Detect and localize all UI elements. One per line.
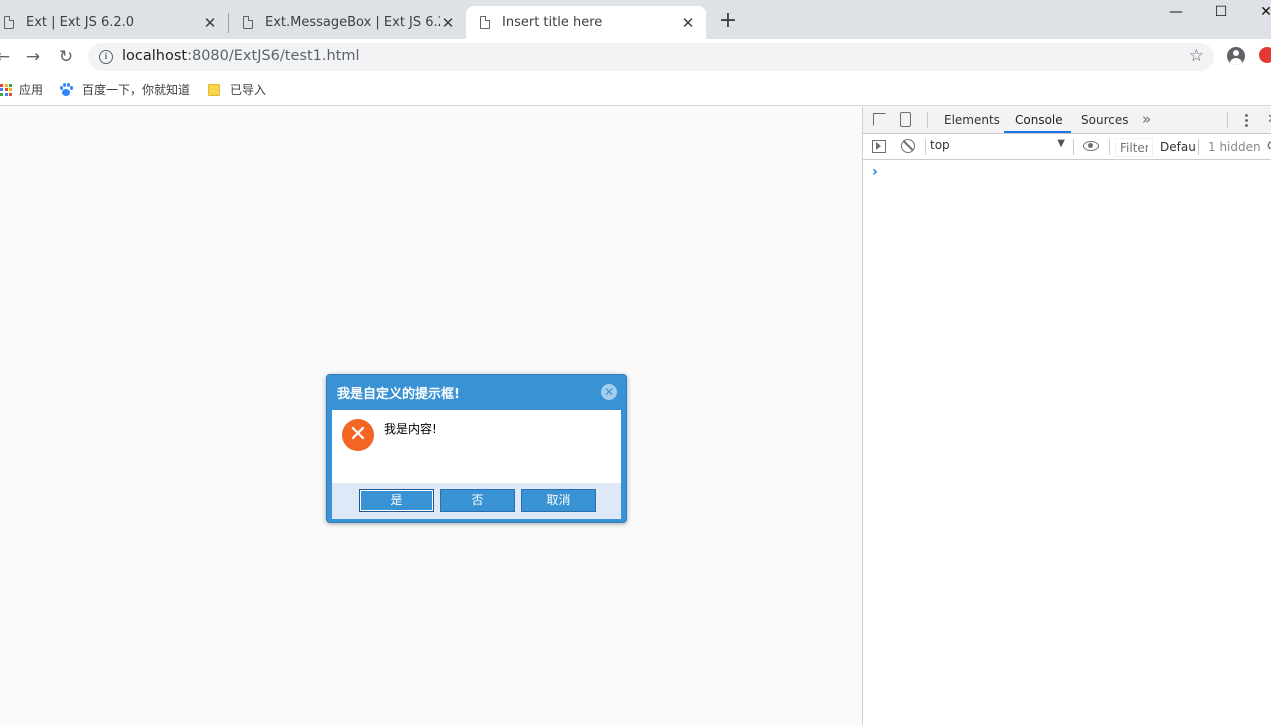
document-icon: [480, 16, 490, 29]
document-icon: [243, 16, 253, 29]
message-box-header[interactable]: 我是自定义的提示框! ✕: [327, 375, 626, 409]
tab-title: Insert title here: [502, 15, 603, 30]
more-tabs-icon[interactable]: »: [1142, 110, 1151, 128]
console-filter-input[interactable]: [1115, 138, 1153, 157]
window-close-button[interactable]: ✕: [1251, 2, 1271, 22]
tab-elements[interactable]: Elements: [944, 113, 1000, 127]
tab-console[interactable]: Console: [1015, 113, 1063, 127]
bookmark-baidu[interactable]: 百度一下，你就知道: [59, 81, 190, 98]
bookmark-label: 百度一下，你就知道: [82, 83, 191, 97]
message-box-title: 我是自定义的提示框!: [337, 387, 460, 402]
cancel-button[interactable]: 取消: [521, 489, 596, 512]
device-toolbar-icon[interactable]: [900, 112, 911, 127]
devtools-tab-bar: Elements Console Sources » ✕: [863, 107, 1271, 134]
divider: [1198, 139, 1199, 155]
tab-close-icon[interactable]: ✕: [202, 14, 218, 32]
live-expression-eye-icon[interactable]: [1083, 141, 1099, 151]
tab-title: Ext | Ext JS 6.2.0: [26, 15, 135, 30]
extension-icon[interactable]: [1259, 47, 1271, 63]
address-bar[interactable]: i localhost:8080/ExtJS6/test1.html ☆: [88, 43, 1214, 71]
new-tab-button[interactable]: +: [718, 10, 738, 32]
baidu-paw-icon: [59, 83, 73, 96]
console-sidebar-icon[interactable]: [872, 140, 886, 153]
profile-avatar-icon[interactable]: [1227, 47, 1245, 65]
tab-ext-messagebox[interactable]: Ext.MessageBox | Ext JS 6.2.0 - ✕: [229, 6, 466, 39]
log-levels-dropdown[interactable]: Defau: [1160, 140, 1196, 154]
bookmark-apps[interactable]: 应用: [0, 81, 43, 98]
tab-ext-js[interactable]: Ext | Ext JS 6.2.0 ✕: [0, 6, 228, 39]
message-box-window: 我是自定义的提示框! ✕ ✕ 我是内容! 是 否 取消: [326, 374, 627, 523]
apps-grid-icon: [0, 83, 12, 96]
console-prompt-icon[interactable]: ›: [872, 164, 878, 180]
tab-insert-title-active[interactable]: Insert title here ✕: [466, 6, 706, 39]
bookmarks-bar: 应用 百度一下，你就知道 已导入: [0, 75, 1271, 106]
hidden-messages-count: 1 hidden: [1208, 140, 1261, 154]
devtools-panel: Elements Console Sources » ✕ top ▼ Defau…: [862, 107, 1271, 725]
dropdown-arrow-icon: ▼: [1057, 138, 1065, 149]
reload-button[interactable]: ↻: [55, 46, 77, 68]
devtools-menu-icon[interactable]: [1245, 113, 1248, 127]
divider: [1227, 112, 1228, 128]
url-text[interactable]: localhost:8080/ExtJS6/test1.html: [122, 48, 360, 64]
context-selector[interactable]: top ▼: [930, 138, 1067, 156]
message-box-toolbar: 是 否 取消: [332, 483, 621, 519]
message-box-body: ✕ 我是内容!: [332, 410, 621, 483]
divider: [1109, 139, 1110, 155]
divider: [927, 112, 928, 128]
clear-console-icon[interactable]: [901, 139, 915, 153]
divider: [1073, 139, 1074, 155]
document-icon: [4, 16, 14, 29]
url-path: :8080/ExtJS6/test1.html: [187, 48, 360, 64]
message-text: 我是内容!: [384, 422, 437, 436]
close-icon[interactable]: ✕: [601, 384, 617, 400]
bookmark-imported-folder[interactable]: 已导入: [208, 81, 266, 98]
console-toolbar: top ▼ Defau 1 hidden ⚙: [863, 134, 1271, 160]
no-button[interactable]: 否: [440, 489, 515, 512]
context-value: top: [930, 138, 950, 152]
site-info-icon[interactable]: i: [99, 50, 113, 64]
back-button[interactable]: ←: [0, 46, 14, 68]
active-tab-indicator: [1004, 131, 1071, 133]
tab-close-icon[interactable]: ✕: [680, 14, 696, 32]
yes-button[interactable]: 是: [359, 489, 434, 512]
tab-title: Ext.MessageBox | Ext JS 6.2.0 -: [265, 15, 440, 30]
bookmark-star-icon[interactable]: ☆: [1189, 46, 1204, 66]
error-icon: ✕: [342, 419, 374, 451]
devtools-close-icon[interactable]: ✕: [1267, 112, 1271, 127]
forward-button[interactable]: →: [22, 46, 44, 68]
inspect-element-icon[interactable]: [873, 113, 886, 126]
url-host: localhost: [122, 48, 188, 64]
bookmark-label: 应用: [19, 83, 44, 97]
tab-sources[interactable]: Sources: [1081, 113, 1128, 127]
tab-strip: Ext | Ext JS 6.2.0 ✕ Ext.MessageBox | Ex…: [0, 0, 1271, 39]
maximize-button[interactable]: ☐: [1206, 2, 1236, 22]
bookmark-label: 已导入: [230, 83, 267, 97]
minimize-button[interactable]: —: [1161, 2, 1191, 22]
divider: [925, 139, 926, 155]
folder-icon: [208, 83, 220, 96]
console-settings-gear-icon[interactable]: ⚙: [1266, 139, 1271, 154]
tab-close-icon[interactable]: ✕: [440, 14, 456, 32]
browser-toolbar: ← → ↻ i localhost:8080/ExtJS6/test1.html…: [0, 39, 1271, 75]
